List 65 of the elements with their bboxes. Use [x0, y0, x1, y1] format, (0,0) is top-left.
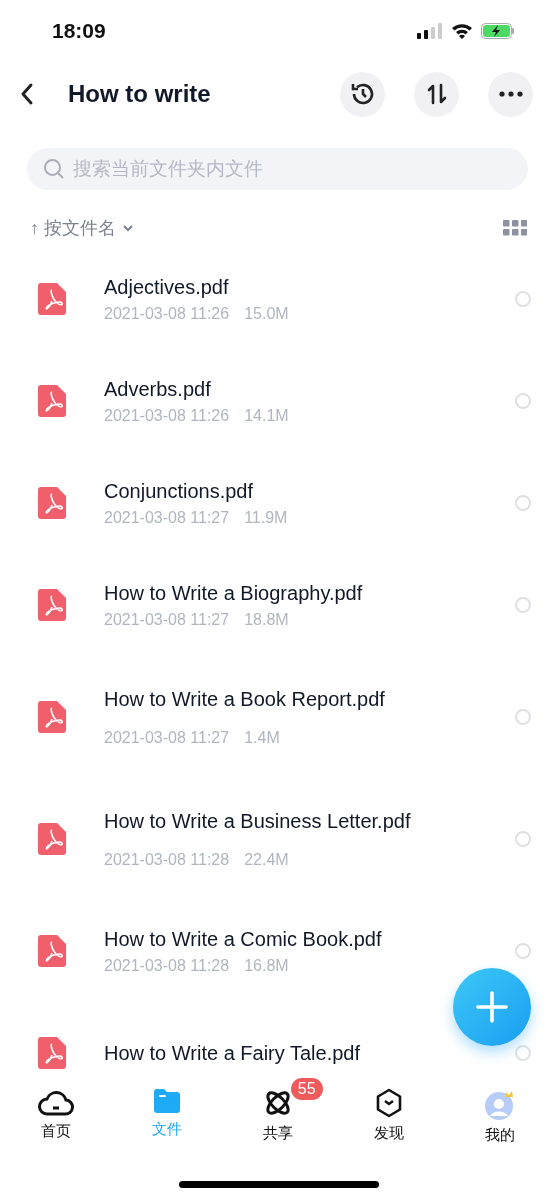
more-icon [498, 91, 523, 97]
file-date: 2021-03-08 11:27 [104, 508, 230, 527]
pdf-file-icon [38, 385, 66, 417]
add-button[interactable] [453, 968, 531, 1046]
folder-icon [151, 1088, 182, 1114]
battery-icon [481, 23, 515, 39]
select-radio[interactable] [515, 495, 531, 511]
search-icon [43, 158, 65, 180]
cloud-icon [37, 1088, 74, 1116]
file-size: 14.1M [244, 406, 289, 425]
pdf-file-icon [38, 823, 66, 855]
select-radio[interactable] [515, 943, 531, 959]
file-date: 2021-03-08 11:28 [104, 850, 230, 869]
hexagon-icon [374, 1088, 403, 1118]
file-size: 1.4M [244, 728, 280, 747]
pdf-file-icon [38, 487, 66, 519]
wifi-icon [451, 23, 473, 39]
file-size: 11.9M [244, 508, 288, 527]
sort-arrows-icon [425, 83, 448, 105]
back-button[interactable] [20, 82, 34, 106]
plus-icon [475, 990, 509, 1024]
file-name[interactable]: How to Write a Business Letter.pdf [104, 809, 515, 833]
file-name[interactable]: How to Write a Fairy Tale.pdf [104, 1041, 515, 1065]
page-title: How to write [68, 80, 212, 108]
select-radio[interactable] [515, 291, 531, 307]
file-date: 2021-03-08 11:27 [104, 610, 230, 629]
file-date: 2021-03-08 11:26 [104, 304, 230, 323]
pdf-file-icon [38, 1037, 66, 1069]
file-size: 18.8M [244, 610, 289, 629]
file-date: 2021-03-08 11:26 [104, 406, 230, 425]
tab-bar-item[interactable]: 共享 55 [222, 1078, 333, 1147]
file-date: 2021-03-08 11:28 [104, 956, 230, 975]
search-field[interactable]: 搜索当前文件夹内文件 [27, 148, 528, 190]
select-radio[interactable] [515, 1045, 531, 1061]
tab-bar-item[interactable]: 我的 [444, 1078, 555, 1149]
pdf-file-icon [38, 935, 66, 967]
file-name[interactable]: How to Write a Biography.pdf [104, 581, 515, 605]
select-radio[interactable] [515, 709, 531, 725]
pdf-file-icon [38, 701, 66, 733]
file-name[interactable]: Adverbs.pdf [104, 377, 515, 401]
chevron-down-icon [122, 224, 134, 232]
file-size: 22.4M [244, 850, 289, 869]
notification-badge: 55 [290, 1078, 323, 1100]
file-size: 16.8M [244, 956, 289, 975]
file-date: 2021-03-08 11:27 [104, 728, 230, 747]
select-radio[interactable] [515, 831, 531, 847]
tab-bar-item[interactable]: 首页 [0, 1078, 111, 1145]
file-name[interactable]: How to Write a Comic Book.pdf [104, 927, 515, 951]
more-button[interactable] [488, 71, 533, 117]
status-time: 18:09 [52, 19, 106, 43]
sort-button[interactable]: ↑ 按文件名 [30, 216, 134, 240]
pdf-file-icon [38, 589, 66, 621]
signal-icon [417, 23, 443, 39]
history-icon [349, 81, 376, 107]
tab-bar-item[interactable]: 发现 [333, 1078, 444, 1147]
file-size: 15.0M [244, 304, 289, 323]
sort-order-button[interactable] [414, 71, 459, 117]
file-name[interactable]: Adjectives.pdf [104, 275, 515, 299]
file-name[interactable]: Conjunctions.pdf [104, 479, 515, 503]
select-radio[interactable] [515, 393, 531, 409]
grid-view-button[interactable] [503, 220, 527, 236]
pdf-file-icon [38, 283, 66, 315]
history-button[interactable] [340, 71, 385, 117]
select-radio[interactable] [515, 597, 531, 613]
file-name[interactable]: How to Write a Book Report.pdf [104, 687, 515, 711]
